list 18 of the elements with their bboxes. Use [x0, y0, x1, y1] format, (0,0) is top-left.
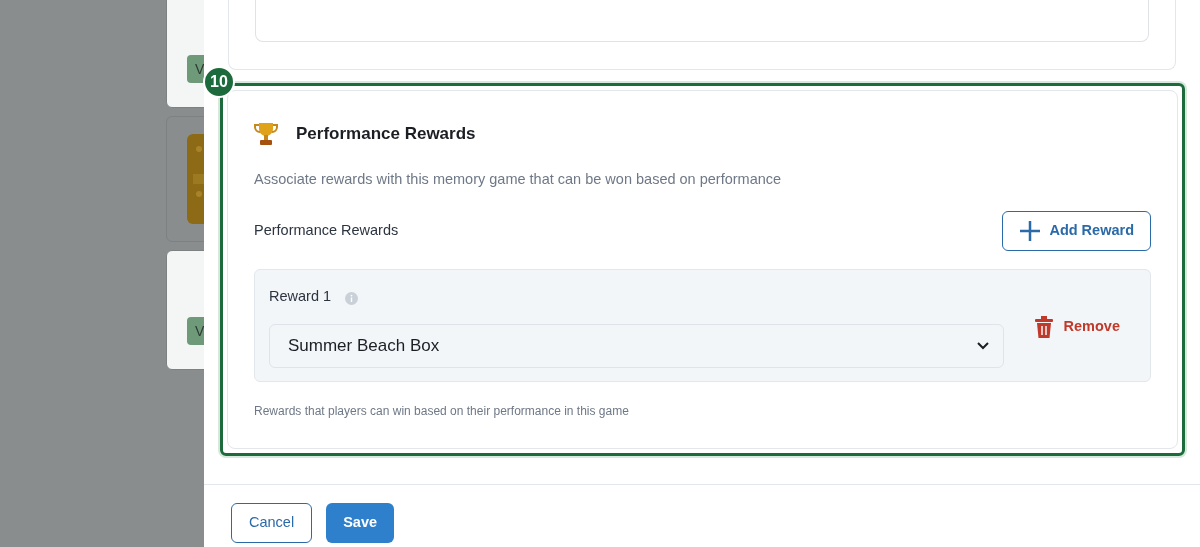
remove-button[interactable]: Remove [1033, 315, 1120, 338]
cancel-button[interactable]: Cancel [231, 502, 313, 543]
help-text: Rewards that players can win based on their performance in this game [254, 402, 630, 420]
step-badge: 10 [203, 66, 235, 98]
reward-select[interactable]: Summer Beach Box [269, 323, 1004, 368]
trophy-icon [254, 121, 278, 147]
save-button[interactable]: Save [326, 502, 394, 543]
reward-label: Reward 1 [269, 286, 332, 306]
trash-icon [1033, 315, 1054, 338]
plus-icon [1019, 219, 1042, 242]
section-title: Performance Rewards [296, 123, 476, 146]
status-badge: V [187, 55, 204, 83]
list-label: Performance Rewards [254, 220, 399, 240]
chevron-down-icon [976, 341, 989, 350]
info-icon [345, 292, 359, 306]
section-description: Associate rewards with this memory game that can be won based on performance [254, 170, 783, 189]
status-badge: V [187, 317, 204, 345]
add-reward-button[interactable]: Add Reward [1002, 210, 1151, 251]
